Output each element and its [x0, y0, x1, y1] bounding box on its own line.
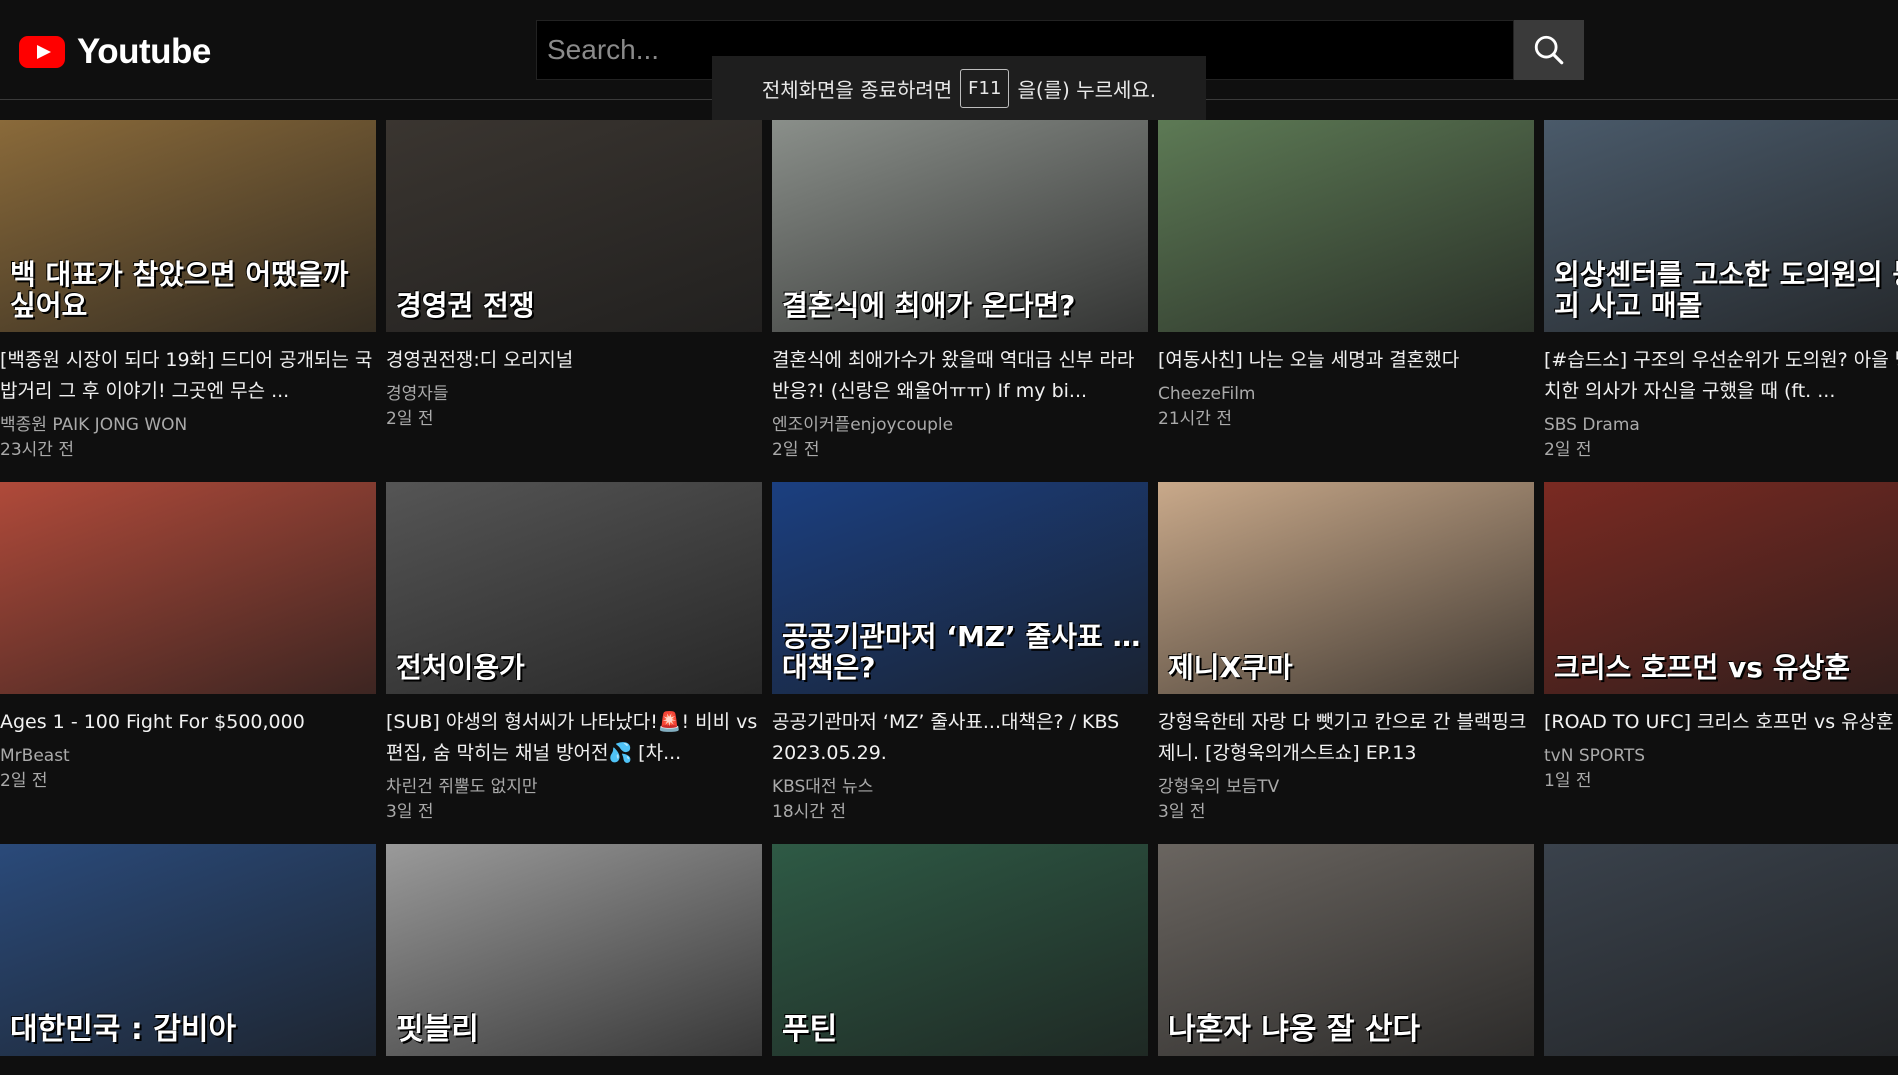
- video-title[interactable]: [여동사친] 나는 오늘 세명과 결혼했다: [1158, 345, 1534, 376]
- fullscreen-exit-notice: 전체화면을 종료하려면 F11 을(를) 누르세요.: [712, 56, 1206, 120]
- thumbnail-caption: 전처이용가: [396, 651, 525, 685]
- thumbnail-caption: 외상센터를 고소한 도의원의 붕괴 사고 매몰: [1554, 258, 1898, 323]
- youtube-logo-icon: [19, 36, 65, 68]
- video-thumbnail[interactable]: 제니X쿠마: [1158, 482, 1534, 694]
- upload-age: 21시간 전: [1158, 409, 1232, 429]
- video-card[interactable]: Ages 1 - 100 Fight For $500,000 MrBeast 2일…: [0, 482, 376, 794]
- video-card[interactable]: 경영권 전쟁경영권전쟁:디 오리지널경영자들 2일 전: [386, 120, 762, 432]
- video-title[interactable]: [ROAD TO UFC] 크리스 호프먼 vs 유상훈: [1544, 707, 1898, 738]
- video-card[interactable]: 크리스 호프먼 vs 유상훈 [ROAD TO UFC] 크리스 호프먼 vs 유…: [1544, 482, 1898, 794]
- thumbnail-caption: 나혼자 냐옹 잘 산다: [1168, 1012, 1421, 1047]
- notice-text-after: 을(를) 누르세요.: [1017, 77, 1157, 102]
- video-thumbnail[interactable]: 나혼자 냐옹 잘 산다: [1158, 844, 1534, 1056]
- channel-name[interactable]: 백종원 PAIK JONG WON: [0, 413, 376, 438]
- video-thumbnail[interactable]: 백 대표가 참았으면 어땠을까 싶어요: [0, 120, 376, 332]
- video-card[interactable]: 핏블리: [386, 844, 762, 1075]
- video-thumbnail[interactable]: 전처이용가: [386, 482, 762, 694]
- upload-age: 2일 전: [772, 440, 820, 460]
- video-card[interactable]: 전처이용가 [SUB] 야생의 형서씨가 나타났다!🚨! 비비 vs 편집, 숨 …: [386, 482, 762, 825]
- video-title[interactable]: 공공기관마저 ‘MZ’ 줄사표...대책은? / KBS 2023.05.29.: [772, 707, 1148, 769]
- video-card[interactable]: 푸틴: [772, 844, 1148, 1075]
- logo-text: Youtube: [77, 32, 211, 71]
- thumbnail-caption: 크리스 호프먼 vs 유상훈: [1554, 651, 1851, 685]
- f11-key-badge: F11: [960, 68, 1010, 108]
- video-card[interactable]: [여동사친] 나는 오늘 세명과 결혼했다 CheezeFilm 21시간 전: [1158, 120, 1534, 432]
- video-thumbnail[interactable]: 결혼식에 최애가 온다면?: [772, 120, 1148, 332]
- video-card[interactable]: 결혼식에 최애가 온다면? 결혼식에 최애가수가 왔을때 역대급 신부 라라반응?…: [772, 120, 1148, 463]
- video-title[interactable]: 강형욱한테 자랑 다 뺏기고 칸으로 간 블랙핑크 제니. [강형욱의개스트쇼]…: [1158, 707, 1534, 769]
- upload-age: 2일 전: [386, 409, 434, 429]
- video-title[interactable]: 결혼식에 최애가수가 왔을때 역대급 신부 라라반응?! (신랑은 왜울어ㅠㅠ)…: [772, 345, 1148, 407]
- video-thumbnail[interactable]: 대한민국 : 감비아: [0, 844, 376, 1056]
- thumbnail-caption: 대한민국 : 감비아: [10, 1012, 237, 1047]
- video-thumbnail[interactable]: 푸틴: [772, 844, 1148, 1056]
- video-card[interactable]: [1544, 844, 1898, 1075]
- video-card[interactable]: 나혼자 냐옹 잘 산다: [1158, 844, 1534, 1075]
- video-title[interactable]: 경영권전쟁:디 오리지널: [386, 345, 762, 376]
- video-thumbnail[interactable]: [0, 482, 376, 694]
- video-card[interactable]: 백 대표가 참았으면 어땠을까 싶어요 [백종원 시장이 되다 19화] 드디어 …: [0, 120, 376, 463]
- video-thumbnail[interactable]: 외상센터를 고소한 도의원의 붕괴 사고 매몰: [1544, 120, 1898, 332]
- video-thumbnail[interactable]: [1544, 844, 1898, 1056]
- thumbnail-caption: 핏블리: [396, 1012, 479, 1047]
- upload-age: 3일 전: [386, 802, 434, 822]
- video-title[interactable]: [백종원 시장이 되다 19화] 드디어 공개되는 국밥거리 그 후 이야기! …: [0, 345, 376, 407]
- channel-name[interactable]: KBS대전 뉴스: [772, 775, 1148, 800]
- upload-age: 1일 전: [1544, 771, 1592, 791]
- channel-name[interactable]: 차린건 쥐뿔도 없지만: [386, 775, 762, 800]
- thumbnail-caption: 백 대표가 참았으면 어땠을까 싶어요: [10, 258, 349, 323]
- video-title[interactable]: Ages 1 - 100 Fight For $500,000: [0, 707, 376, 738]
- upload-age: 3일 전: [1158, 802, 1206, 822]
- thumbnail-caption: 제니X쿠마: [1168, 651, 1293, 685]
- video-card[interactable]: 외상센터를 고소한 도의원의 붕괴 사고 매몰 [#습드소] 구조의 우선순위가 …: [1544, 120, 1898, 463]
- thumbnail-caption: 푸틴: [782, 1012, 838, 1047]
- channel-name[interactable]: tvN SPORTS: [1544, 744, 1898, 769]
- thumbnail-caption: 경영권 전쟁: [396, 289, 535, 323]
- video-thumbnail[interactable]: 크리스 호프먼 vs 유상훈: [1544, 482, 1898, 694]
- video-card[interactable]: 대한민국 : 감비아: [0, 844, 376, 1075]
- video-title[interactable]: [#습드소] 구조의 우선순위가 도의원? 아을 방치한 의사가 자신을 구했을…: [1544, 345, 1898, 407]
- notice-text-before: 전체화면을 종료하려면: [761, 77, 953, 102]
- video-title[interactable]: [SUB] 야생의 형서씨가 나타났다!🚨! 비비 vs 편집, 숨 막히는 채…: [386, 707, 762, 769]
- channel-name[interactable]: MrBeast: [0, 744, 376, 769]
- channel-name[interactable]: 엔조이커플enjoycouple: [772, 413, 1148, 438]
- search-button[interactable]: [1514, 20, 1584, 80]
- channel-name[interactable]: 강형욱의 보듬TV: [1158, 775, 1534, 800]
- video-thumbnail[interactable]: 경영권 전쟁: [386, 120, 762, 332]
- logo[interactable]: Youtube: [19, 32, 211, 72]
- video-thumbnail[interactable]: [1158, 120, 1534, 332]
- upload-age: 18시간 전: [772, 802, 846, 822]
- search-icon: [1534, 35, 1564, 65]
- channel-name[interactable]: CheezeFilm: [1158, 382, 1534, 407]
- upload-age: 23시간 전: [0, 440, 74, 460]
- video-thumbnail[interactable]: 핏블리: [386, 844, 762, 1056]
- channel-name[interactable]: SBS Drama: [1544, 413, 1898, 438]
- video-card[interactable]: 공공기관마저 ‘MZ’ 줄사표 …대책은? 공공기관마저 ‘MZ’ 줄사표...대…: [772, 482, 1148, 825]
- video-thumbnail[interactable]: 공공기관마저 ‘MZ’ 줄사표 …대책은?: [772, 482, 1148, 694]
- thumbnail-caption: 결혼식에 최애가 온다면?: [782, 289, 1076, 323]
- upload-age: 2일 전: [0, 771, 48, 791]
- upload-age: 2일 전: [1544, 440, 1592, 460]
- video-card[interactable]: 제니X쿠마강형욱한테 자랑 다 뺏기고 칸으로 간 블랙핑크 제니. [강형욱의…: [1158, 482, 1534, 825]
- thumbnail-caption: 공공기관마저 ‘MZ’ 줄사표 …대책은?: [782, 620, 1141, 685]
- channel-name[interactable]: 경영자들: [386, 382, 762, 407]
